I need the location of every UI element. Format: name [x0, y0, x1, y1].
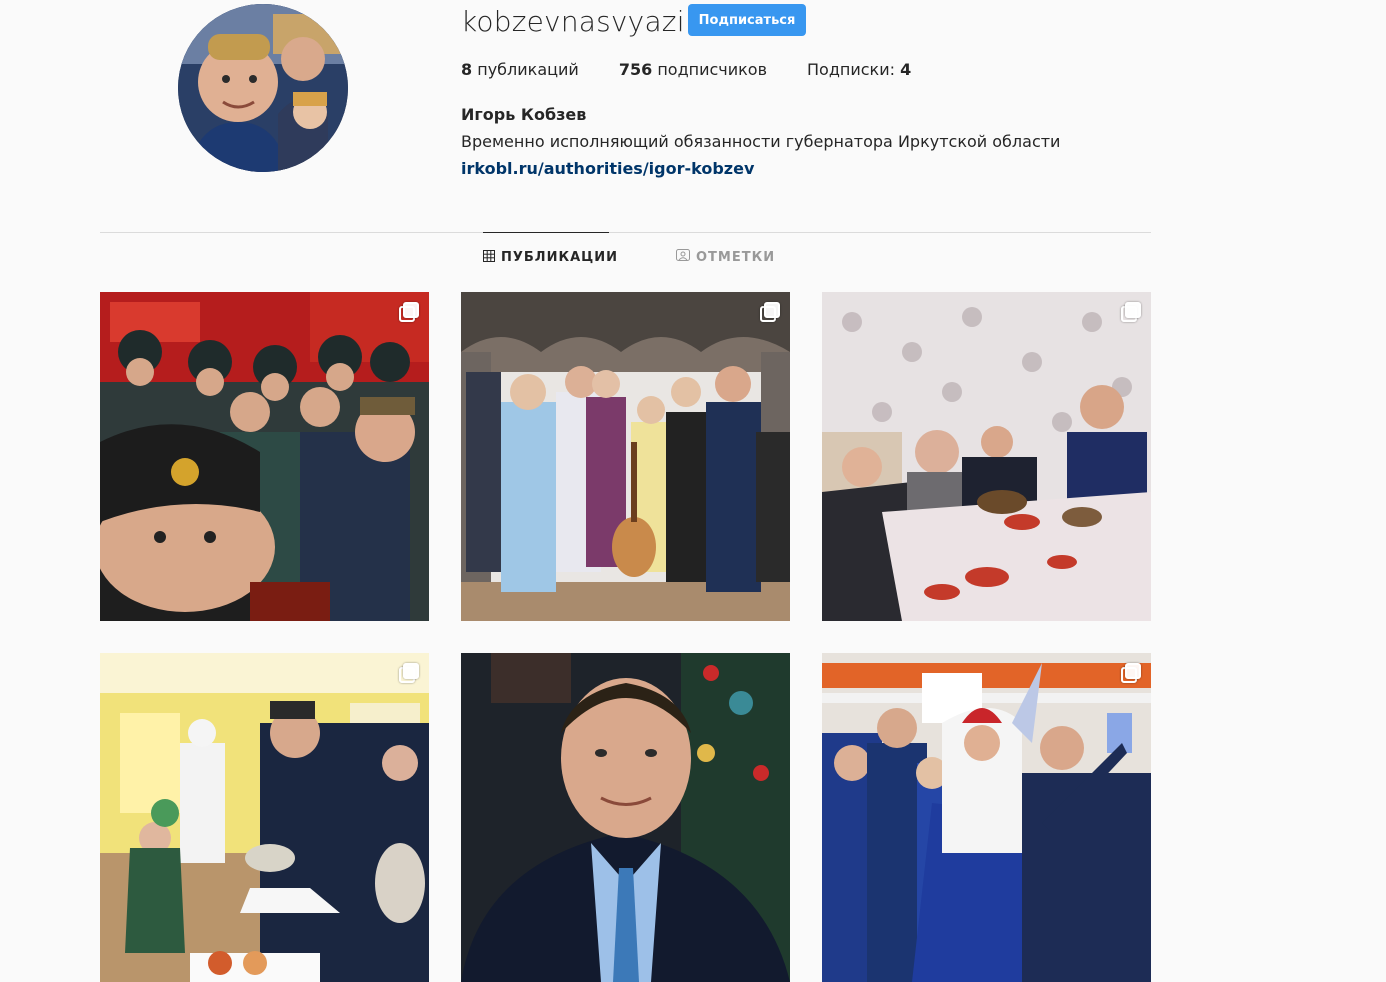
- followers-count: 756: [618, 60, 653, 79]
- profile-username: kobzevnasvyazi: [461, 5, 685, 38]
- post-photo-ded-moroz-family: [461, 292, 790, 621]
- tab-tagged-label: ОТМЕТКИ: [696, 249, 776, 265]
- posts-count-label: публикаций: [477, 60, 579, 79]
- post-tile[interactable]: [461, 292, 790, 621]
- followers-label: подписчиков: [657, 60, 768, 79]
- tagged-icon: [676, 249, 690, 265]
- post-tile[interactable]: [822, 653, 1151, 982]
- post-photo-family-dinner: [822, 292, 1151, 621]
- following-stat[interactable]: Подписки: 4: [807, 58, 911, 82]
- tab-posts-label: ПУБЛИКАЦИИ: [501, 250, 618, 265]
- posts-count-stat: 8 публикаций: [461, 58, 579, 82]
- grid-icon: [483, 249, 495, 266]
- post-tile[interactable]: [100, 292, 429, 621]
- tab-tagged[interactable]: ОТМЕТКИ: [676, 232, 796, 282]
- profile-website-link[interactable]: irkobl.ru/authorities/igor-kobzev: [461, 157, 754, 181]
- post-tile[interactable]: [822, 292, 1151, 621]
- following-count: 4: [900, 60, 912, 79]
- post-photo-family-selfie-ded-moroz: [822, 653, 1151, 982]
- profile-full-name: Игорь Кобзев: [461, 105, 587, 124]
- profile-stats: 8 публикаций 756 подписчиков Подписки: 4: [461, 58, 951, 82]
- post-tile[interactable]: [100, 653, 429, 982]
- post-photo-official-portrait: [461, 653, 790, 982]
- multiple-photos-icon: [399, 302, 419, 322]
- avatar-photo: [178, 4, 348, 172]
- tabs-divider: [100, 232, 1151, 233]
- multiple-photos-icon: [1121, 663, 1141, 683]
- tab-posts[interactable]: ПУБЛИКАЦИИ: [483, 232, 617, 282]
- following-label: Подписки:: [807, 60, 896, 79]
- post-photo-firefighters: [100, 292, 429, 621]
- profile-avatar[interactable]: [178, 4, 348, 172]
- profile-bio: Временно исполняющий обязанности губерна…: [461, 132, 1061, 151]
- multiple-photos-icon: [399, 663, 419, 683]
- followers-stat[interactable]: 756 подписчиков: [619, 58, 767, 82]
- follow-button[interactable]: Подписаться: [688, 4, 806, 36]
- posts-count: 8: [461, 60, 473, 79]
- multiple-photos-icon: [1121, 302, 1141, 322]
- multiple-photos-icon: [760, 302, 780, 322]
- post-photo-school-gifts: [100, 653, 429, 982]
- post-tile[interactable]: [461, 653, 790, 982]
